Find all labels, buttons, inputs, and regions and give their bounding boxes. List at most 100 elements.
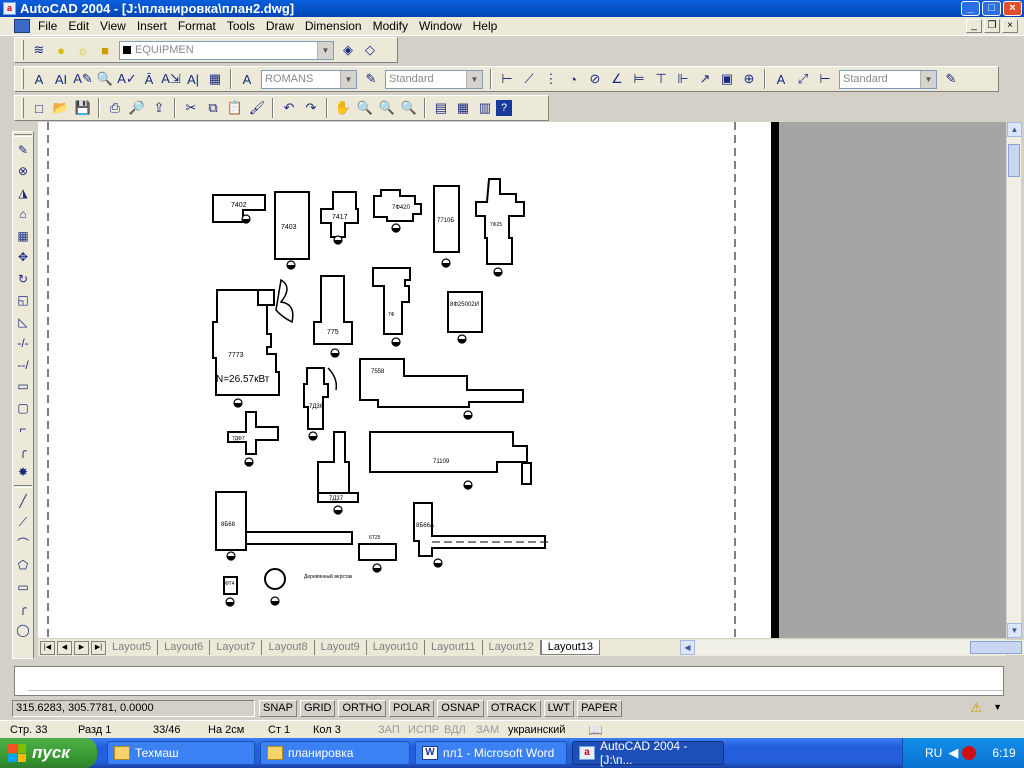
task-autocad[interactable]: a AutoCAD 2004 - [J:\п... [572, 739, 724, 767]
dim-text-edit-icon[interactable]: ⤢ [792, 68, 814, 90]
tab-layout6[interactable]: Layout6 [158, 640, 211, 655]
start-button[interactable]: пуск [0, 738, 97, 768]
communication-center-icon[interactable]: ⚠ [970, 700, 982, 716]
zoom-realtime-icon[interactable]: 🔍 [354, 97, 376, 119]
chevron-down-icon[interactable]: ▼ [920, 70, 936, 88]
menu-draw[interactable]: Draw [262, 19, 301, 33]
dim-style-icon[interactable]: ✎ [940, 68, 962, 90]
aligned-dim-icon[interactable]: ⟋ [518, 68, 540, 90]
polar-toggle[interactable]: POLAR [389, 700, 435, 717]
layer-combo[interactable]: EQUIPMEN ▼ [119, 40, 334, 60]
horizontal-scroll-thumb[interactable] [970, 641, 1022, 654]
fillet-icon[interactable]: ╭ [13, 440, 33, 462]
dim-update-icon[interactable]: ⊢ [814, 68, 836, 90]
angular-dim-icon[interactable]: ∠ [606, 68, 628, 90]
language-indicator[interactable]: RU [925, 746, 942, 760]
drawing-area[interactable]: 7402 7403 7417 7Ф420 7710Б 7Ф25 7773 N=2… [38, 122, 1006, 638]
match-properties-icon[interactable]: 🖌 [246, 97, 268, 119]
tray-back-icon[interactable]: ◀ [948, 745, 958, 761]
save-icon[interactable]: 💾 [72, 97, 94, 119]
command-window[interactable] [14, 666, 1004, 696]
break-icon[interactable]: ▭ [13, 376, 33, 398]
horizontal-scrollbar[interactable]: ◀ ▶ [680, 640, 1024, 655]
polyline-icon[interactable]: ⌒ [13, 533, 33, 555]
doc-minimize-button[interactable]: _ [966, 19, 982, 33]
ortho-toggle[interactable]: ORTHO [338, 700, 386, 717]
word-trk[interactable]: ИСПР [408, 724, 439, 736]
leader-icon[interactable]: ↗ [694, 68, 716, 90]
otrack-toggle[interactable]: OTRACK [486, 700, 541, 717]
next-tab-button[interactable]: ▶ [74, 640, 89, 655]
chamfer-icon[interactable]: ⌐ [13, 419, 33, 441]
radius-dim-icon[interactable]: ◔ [562, 68, 584, 90]
layer-previous-icon[interactable]: ◇ [359, 39, 381, 61]
zoom-window-icon[interactable]: 🔍 [376, 97, 398, 119]
vertical-scroll-thumb[interactable] [1008, 144, 1020, 177]
dim-style-combo[interactable]: Standard ▼ [839, 69, 937, 89]
text-height-icon[interactable]: ✎ [360, 68, 382, 90]
doc-restore-button[interactable]: ❐ [984, 19, 1000, 33]
circle-icon[interactable]: ◯ [13, 619, 33, 641]
text-icon[interactable]: A [28, 68, 50, 90]
edit-text-icon[interactable]: A✎ [72, 68, 94, 90]
offset-icon[interactable]: ⌂ [13, 204, 33, 226]
toolbar-grip[interactable] [21, 69, 24, 89]
maximize-button[interactable]: □ [982, 1, 1001, 16]
toolbar-grip[interactable] [21, 98, 24, 118]
sun-icon[interactable]: ☼ [72, 39, 94, 61]
vertical-scrollbar[interactable]: ▲ ▼ [1006, 122, 1022, 638]
paste-icon[interactable]: 📋 [224, 97, 246, 119]
status-menu-arrow-icon[interactable]: ▼ [993, 702, 1002, 712]
layout-canvas[interactable]: 7402 7403 7417 7Ф420 7710Б 7Ф25 7773 N=2… [38, 122, 1006, 638]
chevron-down-icon[interactable]: ▼ [317, 41, 333, 59]
task-techmash[interactable]: Техмаш [107, 741, 255, 765]
spelling-status-icon[interactable]: 📖 [588, 723, 603, 737]
copy-object-icon[interactable]: ⊗ [13, 161, 33, 183]
lwt-toggle[interactable]: LWT [543, 700, 575, 717]
last-tab-button[interactable]: ▶| [91, 640, 106, 655]
menu-edit[interactable]: Edit [64, 19, 96, 33]
word-ovr[interactable]: ЗАМ [476, 724, 499, 736]
chevron-down-icon[interactable]: ▼ [340, 70, 356, 88]
tab-layout11[interactable]: Layout11 [425, 640, 483, 655]
center-mark-icon[interactable]: ⊕ [738, 68, 760, 90]
print-preview-icon[interactable]: 🔎 [126, 97, 148, 119]
text-style-combo[interactable]: ROMANS ▼ [261, 69, 357, 89]
menu-help[interactable]: Help [469, 19, 505, 33]
spell-check-icon[interactable]: A✓ [116, 68, 138, 90]
move-icon[interactable]: ✥ [13, 247, 33, 269]
tab-layout12[interactable]: Layout12 [483, 640, 541, 655]
scroll-down-button[interactable]: ▼ [1007, 623, 1022, 638]
mirror-icon[interactable]: ◮ [13, 182, 33, 204]
chevron-down-icon[interactable]: ▼ [466, 70, 482, 88]
tab-layout7[interactable]: Layout7 [210, 640, 263, 655]
redo-icon[interactable]: ↷ [300, 97, 322, 119]
help-icon[interactable]: ? [496, 100, 512, 116]
print-icon[interactable]: ⎙ [104, 97, 126, 119]
tab-layout8[interactable]: Layout8 [262, 640, 315, 655]
construction-line-icon[interactable]: ⟋ [13, 512, 33, 534]
minimize-button[interactable]: _ [961, 1, 980, 16]
scroll-up-button[interactable]: ▲ [1007, 122, 1022, 137]
text-style-icon[interactable]: Ā [138, 68, 160, 90]
zoom-previous-icon[interactable]: 🔍 [398, 97, 420, 119]
command-input[interactable] [28, 667, 1003, 691]
scale-icon[interactable]: ◱ [13, 290, 33, 312]
autocad-app-icon[interactable]: a [3, 2, 16, 15]
scale-text-icon[interactable]: A⇲ [160, 68, 182, 90]
rotate-icon[interactable]: ↻ [13, 268, 33, 290]
menu-file[interactable]: File [34, 19, 64, 33]
text-std-combo[interactable]: Standard ▼ [385, 69, 483, 89]
design-center-icon[interactable]: ▦ [452, 97, 474, 119]
trim-icon[interactable]: -/- [13, 333, 33, 355]
rectangle-icon[interactable]: ▭ [13, 576, 33, 598]
menu-window[interactable]: Window [415, 19, 469, 33]
open-file-icon[interactable]: 📂 [50, 97, 72, 119]
lightbulb-icon[interactable]: ● [50, 39, 72, 61]
doc-close-button[interactable]: × [1002, 19, 1018, 33]
scroll-left-button[interactable]: ◀ [680, 640, 695, 655]
tab-layout13[interactable]: Layout13 [540, 640, 601, 655]
menu-view[interactable]: View [96, 19, 133, 33]
dim-edit-icon[interactable]: A [770, 68, 792, 90]
tab-layout9[interactable]: Layout9 [315, 640, 367, 655]
